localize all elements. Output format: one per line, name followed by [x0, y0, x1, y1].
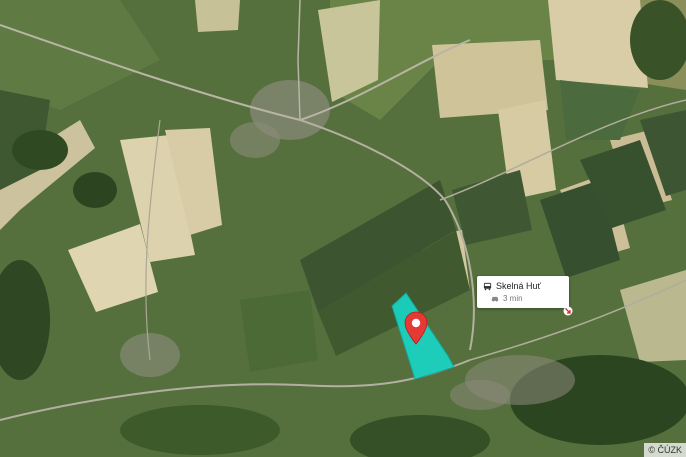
satellite-map-image — [0, 0, 686, 457]
place-popup[interactable]: Skelná Huť 3 min — [477, 276, 569, 308]
travel-time: 3 min — [503, 294, 523, 303]
map-view[interactable]: Skelná Huť 3 min © ČÚZK — [0, 0, 686, 457]
location-pin-icon[interactable] — [404, 311, 428, 345]
arrow-icon — [563, 306, 573, 316]
copyright-notice: © ČÚZK — [644, 443, 686, 457]
car-icon — [491, 296, 499, 302]
place-name: Skelná Huť — [496, 281, 541, 291]
bus-icon — [483, 282, 492, 290]
